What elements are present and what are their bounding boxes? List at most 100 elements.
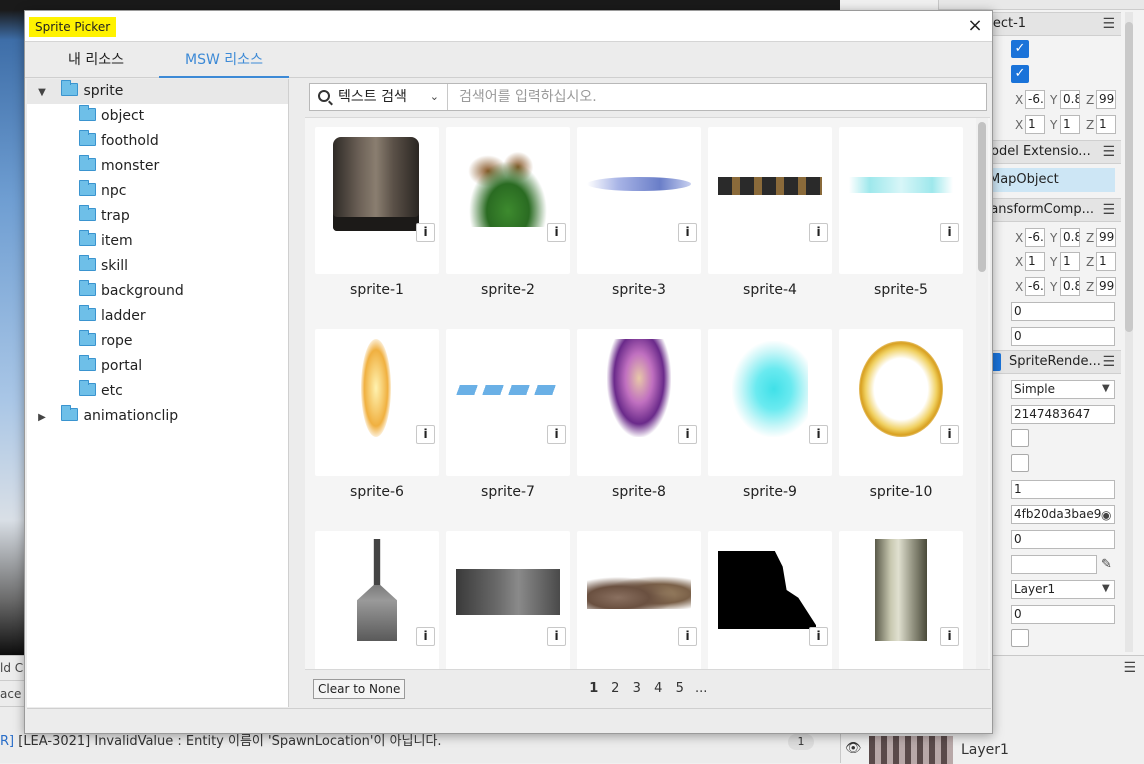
layer-menu-icon[interactable]: ☰ [1123, 660, 1136, 676]
console-tab-world[interactable]: ld C [0, 655, 26, 681]
info-icon[interactable]: i [940, 627, 959, 646]
grid-scrollbar[interactable] [976, 118, 988, 669]
info-icon[interactable]: i [809, 425, 828, 444]
sprite-card-2[interactable]: i [446, 127, 570, 274]
tree-item-item[interactable]: item [79, 229, 133, 254]
repeat-field[interactable]: 1 [1011, 480, 1115, 499]
transform-scale-x-field[interactable]: 1 [1025, 252, 1045, 271]
sprite-card-6[interactable]: i [315, 329, 439, 476]
sprite-grid[interactable]: i i i i i sprite-1 sprite-2 sprite-3 spr… [305, 117, 990, 670]
grid-scroll-thumb[interactable] [978, 122, 986, 272]
tree-item-foothold[interactable]: foothold [79, 129, 159, 154]
world-pos-y-field[interactable]: 0.8 [1060, 277, 1080, 296]
info-icon[interactable]: i [416, 425, 435, 444]
page-5[interactable]: 5 [669, 681, 691, 696]
sprite-card-7[interactable]: i [446, 329, 570, 476]
transform-menu-icon[interactable]: ☰ [1102, 199, 1115, 221]
tree-item-ladder[interactable]: ladder [79, 304, 146, 329]
dialog-title-bar[interactable]: Sprite Picker × [25, 11, 992, 42]
tree-item-background[interactable]: background [79, 279, 184, 304]
tree-item-trap[interactable]: trap [79, 204, 130, 229]
z-rotation-field[interactable]: 0 [1011, 302, 1115, 321]
search-type-dropdown[interactable]: 텍스트 검색 ⌄ [310, 84, 448, 110]
sprite-card-5[interactable]: i [839, 127, 963, 274]
info-icon[interactable]: i [809, 627, 828, 646]
world-pos-z-field[interactable]: 99 [1096, 277, 1116, 296]
console-tab-space[interactable]: ace [0, 681, 26, 707]
sprite-card-10[interactable]: i [839, 329, 963, 476]
info-icon[interactable]: i [547, 425, 566, 444]
target-icon[interactable]: ◉ [1101, 508, 1111, 522]
eye-icon[interactable]: 👁 [845, 741, 862, 756]
info-icon[interactable]: i [416, 627, 435, 646]
tree-item-monster[interactable]: monster [79, 154, 159, 179]
flip-y-checkbox[interactable] [1011, 454, 1029, 472]
eyedropper-icon[interactable]: ✎ [1101, 557, 1112, 572]
info-icon[interactable]: i [940, 425, 959, 444]
sprite-card-3[interactable]: i [577, 127, 701, 274]
ti-field[interactable]: 0 [1011, 327, 1115, 346]
position-x-field[interactable]: -6. [1025, 90, 1045, 109]
tree-item-portal[interactable]: portal [79, 354, 142, 379]
sorting-layer-select[interactable]: Layer1 [1011, 580, 1115, 599]
info-icon[interactable]: i [678, 627, 697, 646]
page-2[interactable]: 2 [605, 681, 627, 696]
sprite-card-12[interactable]: i [446, 531, 570, 669]
flip-x-checkbox[interactable] [1011, 429, 1029, 447]
sprite-card-11[interactable]: i [315, 531, 439, 669]
console-message[interactable]: R] [LEA-3021] InvalidValue : Entity 이름이 … [0, 731, 840, 753]
draw-mode-select[interactable]: Simple [1011, 380, 1115, 399]
scale-y-field[interactable]: 1 [1060, 115, 1080, 134]
page-4[interactable]: 4 [648, 681, 670, 696]
info-icon[interactable]: i [809, 223, 828, 242]
info-icon[interactable]: i [416, 223, 435, 242]
info-icon[interactable]: i [940, 223, 959, 242]
position-z-field[interactable]: 99 [1096, 90, 1116, 109]
visible-toggle-checkbox[interactable] [1011, 629, 1029, 647]
sprite-card-8[interactable]: i [577, 329, 701, 476]
info-icon[interactable]: i [547, 627, 566, 646]
page-3[interactable]: 3 [626, 681, 648, 696]
clear-to-none-button[interactable]: Clear to None [313, 679, 406, 699]
sprite-card-1[interactable]: i [315, 127, 439, 274]
inspector-scroll-thumb[interactable] [1125, 22, 1133, 332]
scale-x-field[interactable]: 1 [1025, 115, 1045, 134]
layer-name[interactable]: Layer1 [961, 742, 1009, 758]
world-pos-x-field[interactable]: -6. [1025, 277, 1045, 296]
transform-pos-y-field[interactable]: 0.8 [1060, 228, 1080, 247]
visible-checkbox[interactable]: ✓ [1011, 65, 1029, 83]
chevron-down-icon[interactable]: ▼ [35, 80, 49, 105]
transform-scale-z-field[interactable]: 1 [1096, 252, 1116, 271]
sprite-card-14[interactable]: i [708, 531, 832, 669]
page-1[interactable]: 1 [583, 681, 605, 696]
position-y-field[interactable]: 0.8 [1060, 90, 1080, 109]
tree-item-etc[interactable]: etc [79, 379, 123, 404]
tab-my-resources[interactable]: 내 리소스 [33, 43, 159, 78]
sprite-ruid-field[interactable]: 4fb20da3bae9 [1011, 505, 1115, 524]
chevron-right-icon[interactable]: ▶ [35, 405, 49, 430]
info-icon[interactable]: i [547, 223, 566, 242]
model-extension-menu-icon[interactable]: ☰ [1102, 141, 1115, 163]
page-more[interactable]: ... [691, 681, 713, 696]
sprite-renderer-menu-icon[interactable]: ☰ [1102, 351, 1115, 373]
tree-item-npc[interactable]: npc [79, 179, 126, 204]
inspector-scrollbar[interactable] [1125, 12, 1133, 652]
info-icon[interactable]: i [678, 425, 697, 444]
tree-item-sprite[interactable]: ▼ sprite [35, 79, 123, 104]
info-icon[interactable]: i [678, 223, 697, 242]
search-input[interactable] [450, 84, 986, 110]
sprite-card-13[interactable]: i [577, 531, 701, 669]
transform-pos-z-field[interactable]: 99 [1096, 228, 1116, 247]
tab-msw-resources[interactable]: MSW 리소스 [159, 43, 289, 78]
sprite-card-15[interactable]: i [839, 531, 963, 669]
scale-z-field[interactable]: 1 [1096, 115, 1116, 134]
alpha-field[interactable]: 0 [1011, 530, 1115, 549]
transform-scale-y-field[interactable]: 1 [1060, 252, 1080, 271]
tree-item-skill[interactable]: skill [79, 254, 128, 279]
tree-item-animationclip[interactable]: ▶ animationclip [35, 404, 178, 429]
entity-menu-icon[interactable]: ☰ [1102, 13, 1115, 35]
order-in-layer-field[interactable]: 0 [1011, 605, 1115, 624]
sprite-card-4[interactable]: i [708, 127, 832, 274]
sprite-card-9[interactable]: i [708, 329, 832, 476]
color-field[interactable] [1011, 555, 1097, 574]
